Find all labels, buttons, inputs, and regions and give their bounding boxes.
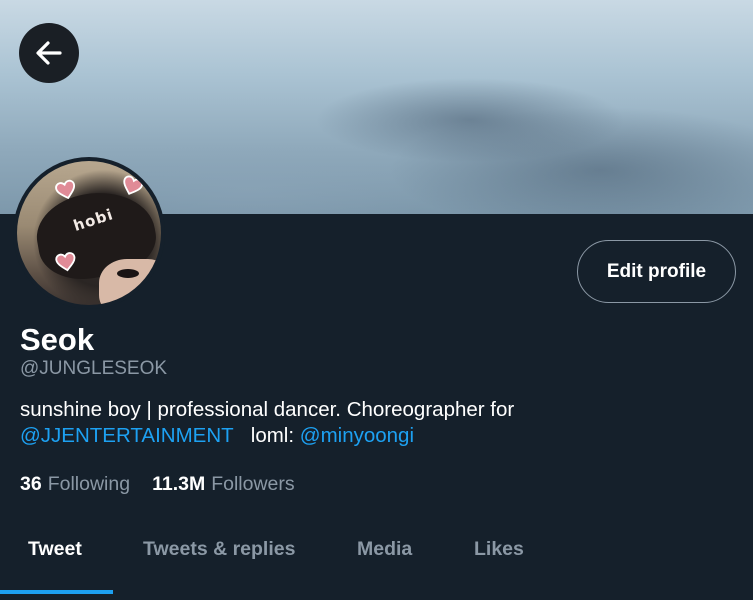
active-tab-indicator	[0, 590, 113, 594]
profile-stats: 36 Following 11.3M Followers	[20, 473, 295, 496]
tab-tweet[interactable]: Tweet	[28, 538, 82, 561]
profile-name: Seok	[20, 322, 95, 357]
followers-link[interactable]: 11.3M Followers	[152, 473, 295, 496]
followers-count: 11.3M	[152, 473, 206, 495]
mention-link-minyoongi[interactable]: @minyoongi	[300, 424, 414, 447]
bio-text: sunshine boy | professional dancer. Chor…	[20, 398, 515, 421]
edit-profile-button[interactable]: Edit profile	[577, 240, 736, 303]
following-label: Following	[47, 473, 131, 495]
bio-text-loml: loml:	[250, 424, 295, 447]
heart-sticker-icon	[55, 252, 76, 272]
following-count: 36	[20, 473, 42, 495]
mention-link-jjentertainment[interactable]: @JJENTERTAINMENT	[20, 424, 234, 447]
avatar-image: hobi	[17, 161, 161, 305]
tab-likes[interactable]: Likes	[474, 538, 524, 561]
following-link[interactable]: 36 Following	[20, 473, 130, 496]
profile-tabs: Tweet Tweets & replies Media Likes	[0, 520, 753, 600]
tab-tweets-and-replies[interactable]: Tweets & replies	[143, 538, 295, 561]
back-button[interactable]	[19, 23, 79, 83]
avatar-eye	[117, 269, 139, 278]
profile-bio: sunshine boy | professional dancer. Chor…	[20, 397, 720, 449]
tab-media[interactable]: Media	[357, 538, 412, 561]
avatar[interactable]: hobi	[13, 157, 165, 309]
followers-label: Followers	[211, 473, 295, 495]
arrow-left-icon	[36, 41, 62, 65]
avatar-face	[99, 259, 161, 305]
profile-handle: @JUNGLESEOK	[20, 358, 168, 379]
